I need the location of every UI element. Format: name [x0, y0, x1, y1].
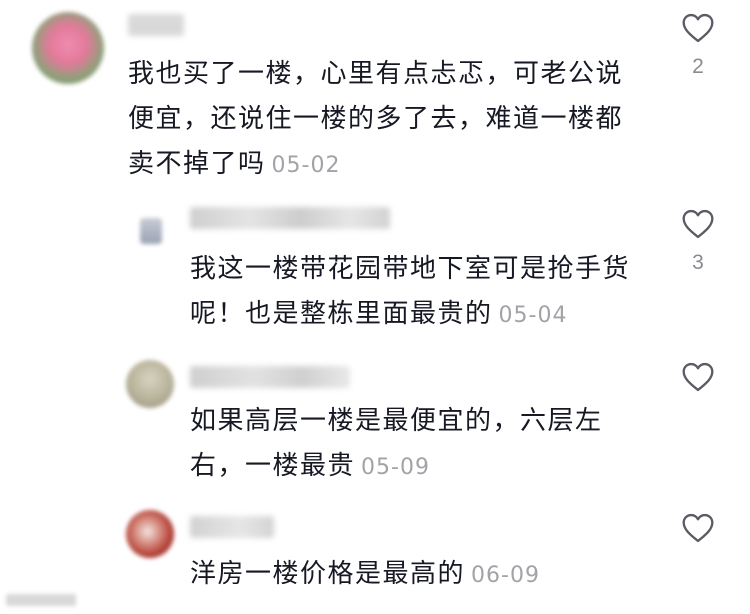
username-blurred[interactable] [190, 516, 274, 538]
like-button[interactable] [681, 362, 715, 392]
comment-text: 我这一楼带花园带地下室可是抢手货呢！也是整栋里面最贵的 05-04 [190, 247, 650, 338]
username-blurred[interactable] [190, 207, 390, 229]
comment-date: 05-02 [271, 153, 341, 178]
comment-body: 我也买了一楼，心里有点忐忑，可老公说便宜，还说住一楼的多了去，难道一楼都卖不掉了… [128, 59, 624, 179]
comment-body: 洋房一楼价格是最高的 [190, 559, 466, 589]
comment-date: 05-04 [498, 303, 568, 328]
username-blurred[interactable] [128, 14, 184, 36]
comment-text: 洋房一楼价格是最高的 06-09 [190, 552, 650, 598]
like-count: 3 [692, 251, 704, 274]
heart-outline-icon [682, 13, 714, 43]
like-button[interactable]: 2 [681, 13, 715, 79]
comment-date: 05-09 [361, 455, 430, 480]
heart-outline-icon [682, 513, 714, 543]
avatar[interactable] [126, 510, 174, 558]
avatar[interactable] [126, 360, 174, 408]
like-button[interactable] [681, 513, 715, 543]
heart-outline-icon [682, 209, 714, 239]
comment-text: 如果高层一楼是最便宜的，六层左右，一楼最贵 05-09 [190, 399, 650, 490]
username-blurred[interactable] [190, 366, 350, 388]
like-button[interactable]: 3 [681, 209, 715, 275]
heart-outline-icon [682, 362, 714, 392]
comment-date: 06-09 [471, 563, 540, 588]
avatar[interactable] [32, 12, 104, 84]
like-count: 2 [692, 55, 704, 78]
avatar[interactable] [140, 218, 162, 244]
comment-text: 我也买了一楼，心里有点忐忑，可老公说便宜，还说住一楼的多了去，难道一楼都卖不掉了… [128, 52, 648, 188]
source-watermark [6, 594, 76, 606]
